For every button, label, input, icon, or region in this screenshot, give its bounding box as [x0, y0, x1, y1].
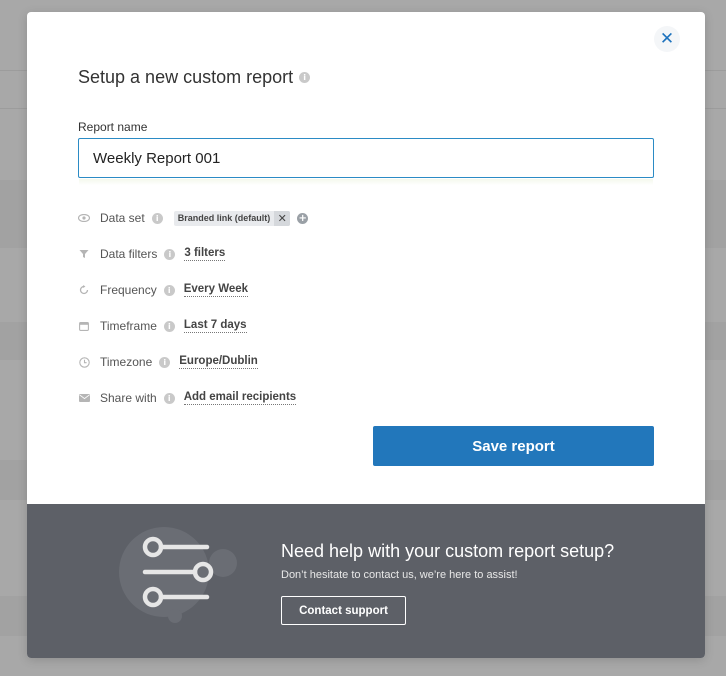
option-label: Data set: [100, 211, 145, 225]
chip-label: Branded link (default): [177, 213, 271, 223]
option-label: Timeframe: [100, 319, 157, 333]
refresh-icon: [78, 285, 90, 295]
calendar-icon: [78, 321, 90, 331]
timeframe-link[interactable]: Last 7 days: [183, 319, 247, 333]
frequency-link[interactable]: Every Week: [183, 283, 249, 297]
report-name-input[interactable]: [78, 138, 654, 178]
help-subtitle: Don’t hesitate to contact us, we’re here…: [281, 569, 518, 581]
custom-report-modal: ✕ Setup a new custom report i Report nam…: [27, 12, 705, 658]
filter-icon: [78, 249, 90, 259]
input-focus-glow: [79, 179, 653, 185]
option-timeframe: Timeframe i Last 7 days: [78, 316, 247, 336]
option-label: Timezone: [100, 355, 153, 369]
info-icon[interactable]: i: [151, 212, 163, 224]
eye-icon: [78, 214, 90, 222]
save-report-button[interactable]: Save report: [373, 426, 654, 466]
info-icon[interactable]: i: [164, 248, 176, 260]
info-icon[interactable]: i: [163, 320, 175, 332]
report-name-label: Report name: [78, 120, 148, 134]
option-timezone: Timezone i Europe/Dublin: [78, 352, 258, 372]
add-data-set-icon[interactable]: +: [297, 212, 309, 224]
timezone-link[interactable]: Europe/Dublin: [179, 355, 258, 369]
share-with-link[interactable]: Add email recipients: [183, 391, 297, 405]
close-button[interactable]: ✕: [654, 26, 680, 52]
close-icon: ✕: [659, 29, 675, 49]
data-filters-link[interactable]: 3 filters: [184, 247, 226, 261]
option-label: Share with: [100, 391, 157, 405]
modal-title: Setup a new custom report i: [78, 67, 311, 88]
option-data-set: Data set i Branded link (default) ✕ +: [78, 208, 309, 228]
info-icon[interactable]: i: [159, 356, 171, 368]
option-label: Frequency: [100, 283, 157, 297]
contact-support-button[interactable]: Contact support: [281, 596, 406, 625]
info-icon[interactable]: i: [163, 284, 175, 296]
help-footer: Need help with your custom report setup?…: [27, 504, 705, 658]
settings-sliders-icon: [119, 527, 237, 623]
option-label: Data filters: [100, 247, 158, 261]
option-frequency: Frequency i Every Week: [78, 280, 249, 300]
remove-chip-icon[interactable]: ✕: [274, 210, 291, 226]
mail-icon: [78, 394, 90, 402]
info-icon[interactable]: i: [163, 392, 175, 404]
data-set-chip: Branded link (default) ✕: [173, 210, 291, 226]
help-title: Need help with your custom report setup?: [281, 541, 615, 561]
info-icon[interactable]: i: [299, 72, 311, 83]
option-data-filters: Data filters i 3 filters: [78, 244, 226, 264]
modal-title-text: Setup a new custom report: [78, 67, 294, 87]
clock-icon: [78, 356, 90, 368]
option-share-with: Share with i Add email recipients: [78, 388, 297, 408]
